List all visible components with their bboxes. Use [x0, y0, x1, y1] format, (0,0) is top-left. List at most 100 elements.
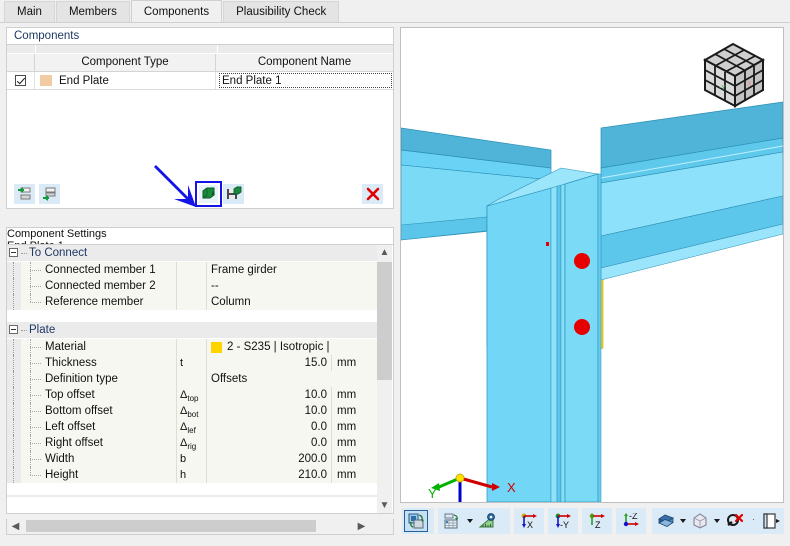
display-properties-caret-icon[interactable]: [464, 510, 475, 532]
property-value-cell[interactable]: 0.0: [207, 419, 332, 435]
isometric-view-button[interactable]: -Z: [618, 510, 642, 532]
property-value-cell[interactable]: 2 - S235 | Isotropic | Linear ...: [207, 339, 332, 355]
column-header-component-type[interactable]: Component Type: [35, 54, 216, 71]
display-properties-button[interactable]: [440, 510, 464, 532]
property-value: 210.0: [298, 469, 327, 481]
property-name: Left offset: [21, 419, 177, 435]
scroll-up-button[interactable]: ▲: [377, 245, 392, 260]
property-row[interactable]: Bottom offset Δbot 10.0 mm: [7, 403, 378, 419]
property-symbol: t: [177, 355, 207, 371]
table-row[interactable]: End Plate End Plate 1: [7, 72, 393, 90]
property-row[interactable]: Definition type Offsets: [7, 371, 378, 387]
property-value-cell[interactable]: 200.0: [207, 451, 332, 467]
tab-plausibility-check[interactable]: Plausibility Check: [223, 1, 340, 22]
zoom-box-button[interactable]: [688, 510, 711, 532]
property-row[interactable]: Connected member 1 Frame girder: [7, 262, 378, 278]
component-settings-header: Component Settings End Plate 1: [6, 227, 394, 252]
column-header-check[interactable]: [7, 54, 35, 71]
column-header-component-name[interactable]: Component Name: [216, 54, 393, 71]
render-mode-button[interactable]: [404, 510, 428, 532]
property-row[interactable]: Top offset Δtop 10.0 mm: [7, 387, 378, 403]
svg-text:-Y: -Y: [719, 85, 726, 92]
bolt-marker: [574, 253, 590, 269]
property-value-cell[interactable]: --: [207, 278, 332, 294]
components-title: Components: [14, 30, 80, 42]
property-symbol: [177, 278, 207, 294]
property-row[interactable]: Left offset Δlef 0.0 mm: [7, 419, 378, 435]
save-component-to-library-button[interactable]: [223, 184, 244, 204]
view-in-x-button[interactable]: X: [516, 510, 540, 532]
property-row[interactable]: Reference member Column: [7, 294, 378, 310]
tab-components[interactable]: Components: [130, 0, 223, 22]
component-name-input[interactable]: End Plate 1: [219, 73, 392, 88]
property-group-plate[interactable]: Plate: [7, 322, 378, 339]
svg-text:-Y: -Y: [560, 520, 569, 530]
property-value-cell[interactable]: Frame girder: [207, 262, 332, 278]
subheader-cell-type: [36, 45, 218, 53]
property-unit: [332, 262, 378, 278]
view-in-z-button[interactable]: Z: [584, 510, 608, 532]
property-value-cell[interactable]: 10.0: [207, 403, 332, 419]
property-value-cell[interactable]: 210.0: [207, 467, 332, 483]
view-in-minus-y-button[interactable]: -Y: [550, 510, 574, 532]
property-symbol: [177, 262, 207, 278]
property-row[interactable]: Material 2 - S235 | Isotropic | Linear ..…: [7, 339, 378, 355]
row-gutter: [7, 371, 21, 387]
property-group-to-connect[interactable]: To Connect: [7, 245, 378, 262]
property-value-cell[interactable]: Offsets: [207, 371, 332, 387]
property-value-cell[interactable]: 0.0: [207, 435, 332, 451]
insert-component-above-button[interactable]: [14, 184, 35, 204]
row-gutter: [7, 435, 21, 451]
model-3d-view[interactable]: X Y Z: [400, 27, 784, 503]
view3d-toolbar: X -Y Z -Z: [400, 506, 784, 540]
property-value-cell[interactable]: Column: [207, 294, 332, 310]
row-checkbox-cell[interactable]: [7, 72, 35, 89]
tab-members[interactable]: Members: [55, 1, 130, 22]
property-value: 200.0: [298, 453, 327, 465]
tab-main[interactable]: Main: [4, 1, 55, 22]
measure-button[interactable]: [475, 510, 499, 532]
property-row[interactable]: Right offset Δrig 0.0 mm: [7, 435, 378, 451]
hscroll-left-button[interactable]: ◀: [7, 519, 24, 533]
row-component-type-cell[interactable]: End Plate: [35, 72, 216, 89]
row-gutter: [7, 262, 21, 278]
property-value: 10.0: [304, 389, 327, 401]
property-name: Material: [21, 339, 177, 355]
hscroll-right-button[interactable]: ▶: [353, 519, 370, 533]
scroll-down-button[interactable]: ▼: [377, 498, 392, 513]
rendering-caret-icon[interactable]: [677, 510, 688, 532]
property-row[interactable]: Thickness t 15.0 mm: [7, 355, 378, 371]
property-grid-rows: To Connect Connected member 1 Frame girder…: [7, 245, 378, 497]
property-value: 2 - S235 | Isotropic | Linear ...: [227, 341, 332, 353]
property-name: Height: [21, 467, 177, 483]
property-value-cell[interactable]: 10.0: [207, 387, 332, 403]
property-value: 10.0: [304, 405, 327, 417]
view-cube-icon[interactable]: -Y X: [697, 38, 769, 113]
left-panel-horizontal-scrollbar[interactable]: ◀ ▶: [6, 519, 394, 535]
component-enabled-checkbox[interactable]: [15, 75, 26, 86]
property-name: Bottom offset: [21, 403, 177, 419]
delete-component-button[interactable]: [362, 184, 383, 204]
property-symbol: Δlef: [177, 419, 207, 435]
property-symbol: [177, 339, 207, 355]
insert-component-below-button[interactable]: [39, 184, 60, 204]
collapse-expander-icon[interactable]: [9, 325, 18, 334]
clear-selection-button[interactable]: [723, 510, 747, 532]
property-group-bolts[interactable]: Bolts: [7, 495, 378, 497]
property-row[interactable]: Height h 210.0 mm: [7, 467, 378, 483]
property-name: Definition type: [21, 371, 177, 387]
collapse-expander-icon[interactable]: [9, 248, 18, 257]
load-component-from-library-button[interactable]: [195, 181, 222, 207]
property-name: Thickness: [21, 355, 177, 371]
svg-text:Z: Z: [595, 520, 601, 530]
rendering-button[interactable]: [654, 510, 677, 532]
property-value-cell[interactable]: 15.0: [207, 355, 332, 371]
property-row[interactable]: Width b 200.0 mm: [7, 451, 378, 467]
property-row[interactable]: Connected member 2 --: [7, 278, 378, 294]
row-component-name-cell[interactable]: End Plate 1: [216, 72, 393, 89]
property-unit: [332, 339, 378, 355]
property-grid-scrollbar[interactable]: ▲ ▼: [377, 245, 392, 513]
hscroll-thumb[interactable]: [26, 520, 316, 532]
scroll-thumb[interactable]: [377, 262, 392, 380]
show-hide-panel-button[interactable]: [760, 510, 782, 532]
